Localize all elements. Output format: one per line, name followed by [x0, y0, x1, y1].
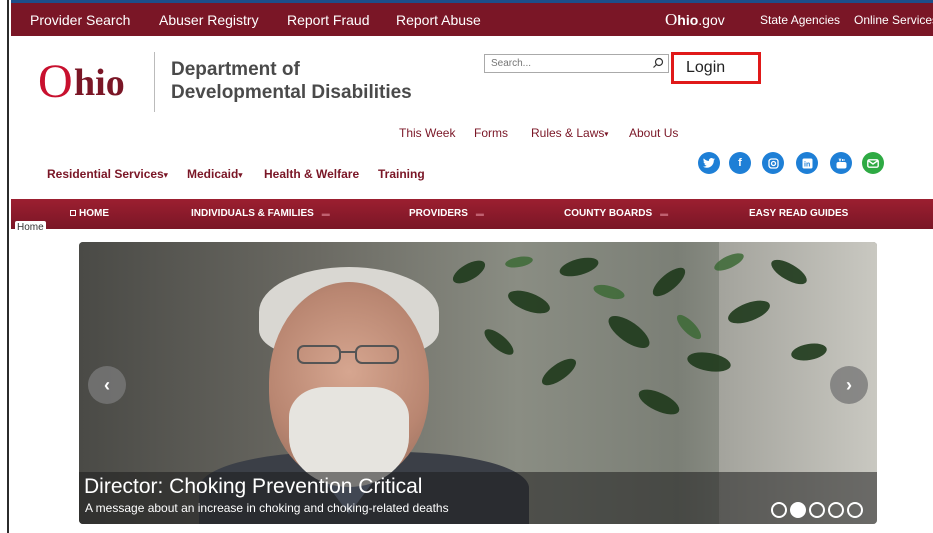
- dept-line-2: Developmental Disabilities: [171, 82, 412, 103]
- logo-o: O: [38, 55, 73, 108]
- nav-residential-services[interactable]: Residential Services▾: [47, 167, 168, 181]
- ohio-gov-hio: hio: [677, 11, 699, 28]
- nav-training[interactable]: Training: [378, 167, 425, 181]
- nav-home-label: HOME: [79, 208, 109, 219]
- login-button[interactable]: Login: [671, 52, 761, 84]
- carousel-next-button[interactable]: ›: [830, 366, 868, 404]
- search-input[interactable]: [485, 58, 645, 69]
- email-icon[interactable]: [862, 152, 884, 174]
- nav-medicaid[interactable]: Medicaid▾: [187, 167, 242, 181]
- nav-health-welfare-label: Health & Welfare: [264, 167, 360, 181]
- dropdown-indicator-icon: ▬: [660, 209, 669, 218]
- nav-about-us-label: About Us: [629, 126, 679, 140]
- carousel-dot-3[interactable]: [809, 502, 825, 518]
- main-navigation-bar: HOME INDIVIDUALS & FAMILIES ▬ PROVIDERS ▬ …: [11, 199, 933, 229]
- nav-individuals-families-label: INDIVIDUALS & FAMILIES: [191, 208, 314, 219]
- slide-title[interactable]: Director: Choking Prevention Critical: [84, 475, 422, 499]
- carousel-prev-button[interactable]: ‹: [88, 366, 126, 404]
- instagram-icon[interactable]: [762, 152, 784, 174]
- twitter-icon[interactable]: [698, 152, 720, 174]
- chevron-left-icon: ‹: [104, 374, 110, 395]
- carousel-dot-2[interactable]: [790, 502, 806, 518]
- report-abuse-link[interactable]: Report Abuse: [396, 12, 481, 28]
- dept-line-1: Department of: [171, 59, 300, 80]
- dropdown-indicator-icon: ▬: [475, 209, 484, 218]
- nav-county-boards-label: COUNTY BOARDS: [564, 208, 653, 219]
- nav-rules-laws-label: Rules & Laws: [531, 126, 605, 140]
- abuser-registry-link[interactable]: Abuser Registry: [159, 12, 259, 28]
- ohio-gov-suffix: .gov: [698, 11, 725, 28]
- carousel-dot-1[interactable]: [771, 502, 787, 518]
- nav-forms-label: Forms: [474, 126, 508, 140]
- nav-this-week[interactable]: This Week: [399, 126, 455, 140]
- nav-forms[interactable]: Forms: [474, 126, 508, 140]
- ohio-gov-o: O: [665, 9, 678, 29]
- nav-training-label: Training: [378, 167, 425, 181]
- chevron-down-icon: ▾: [238, 170, 243, 180]
- nav-easy-read-guides-label: EASY READ GUIDES: [749, 208, 849, 219]
- nav-providers[interactable]: PROVIDERS ▬: [409, 208, 484, 219]
- ohio-gov-link[interactable]: Ohio.gov: [665, 10, 725, 30]
- chevron-down-icon: ▾: [604, 129, 609, 139]
- carousel-indicators: [771, 502, 863, 518]
- search-icon[interactable]: [652, 57, 664, 69]
- provider-search-link[interactable]: Provider Search: [30, 12, 130, 28]
- chevron-right-icon: ›: [846, 374, 852, 395]
- logo-hio: hio: [74, 62, 125, 104]
- nav-about-us[interactable]: About Us: [629, 126, 678, 140]
- top-utility-bar: Provider Search Abuser Registry Report F…: [11, 0, 933, 36]
- report-fraud-link[interactable]: Report Fraud: [287, 12, 369, 28]
- nav-health-welfare[interactable]: Health & Welfare: [264, 167, 359, 181]
- svg-text:in: in: [804, 161, 810, 168]
- person-glasses: [297, 345, 399, 364]
- department-name: Department of Developmental Disabilities: [171, 58, 412, 104]
- dropdown-indicator-icon: ▬: [321, 209, 330, 218]
- breadcrumb[interactable]: Home: [15, 221, 46, 234]
- state-agencies-link[interactable]: State Agencies: [760, 13, 840, 27]
- chevron-down-icon: ▾: [163, 170, 168, 180]
- facebook-icon[interactable]: f: [729, 152, 751, 174]
- youtube-icon[interactable]: [830, 152, 852, 174]
- carousel-dot-5[interactable]: [847, 502, 863, 518]
- hero-carousel: ‹ › Director: Choking Prevention Critica…: [79, 242, 877, 524]
- search-box: [484, 54, 669, 73]
- nav-this-week-label: This Week: [399, 126, 456, 140]
- carousel-dot-4[interactable]: [828, 502, 844, 518]
- linkedin-icon[interactable]: in: [796, 152, 818, 174]
- slide-subtitle: A message about an increase in choking a…: [85, 501, 449, 515]
- logo-divider: [154, 52, 155, 112]
- nav-residential-services-label: Residential Services: [47, 167, 164, 181]
- nav-individuals-families[interactable]: INDIVIDUALS & FAMILIES ▬: [191, 208, 330, 219]
- nav-home[interactable]: HOME: [70, 208, 109, 219]
- nav-rules-laws[interactable]: Rules & Laws▾: [531, 126, 608, 140]
- plant-leaves-graphic: [452, 253, 827, 415]
- nav-medicaid-label: Medicaid: [187, 167, 239, 181]
- nav-providers-label: PROVIDERS: [409, 208, 468, 219]
- nav-easy-read-guides[interactable]: EASY READ GUIDES: [749, 208, 848, 219]
- window-left-border: [0, 0, 9, 533]
- nav-county-boards[interactable]: COUNTY BOARDS ▬: [564, 208, 668, 219]
- home-icon: [70, 210, 76, 217]
- online-services-link[interactable]: Online Services: [854, 13, 933, 27]
